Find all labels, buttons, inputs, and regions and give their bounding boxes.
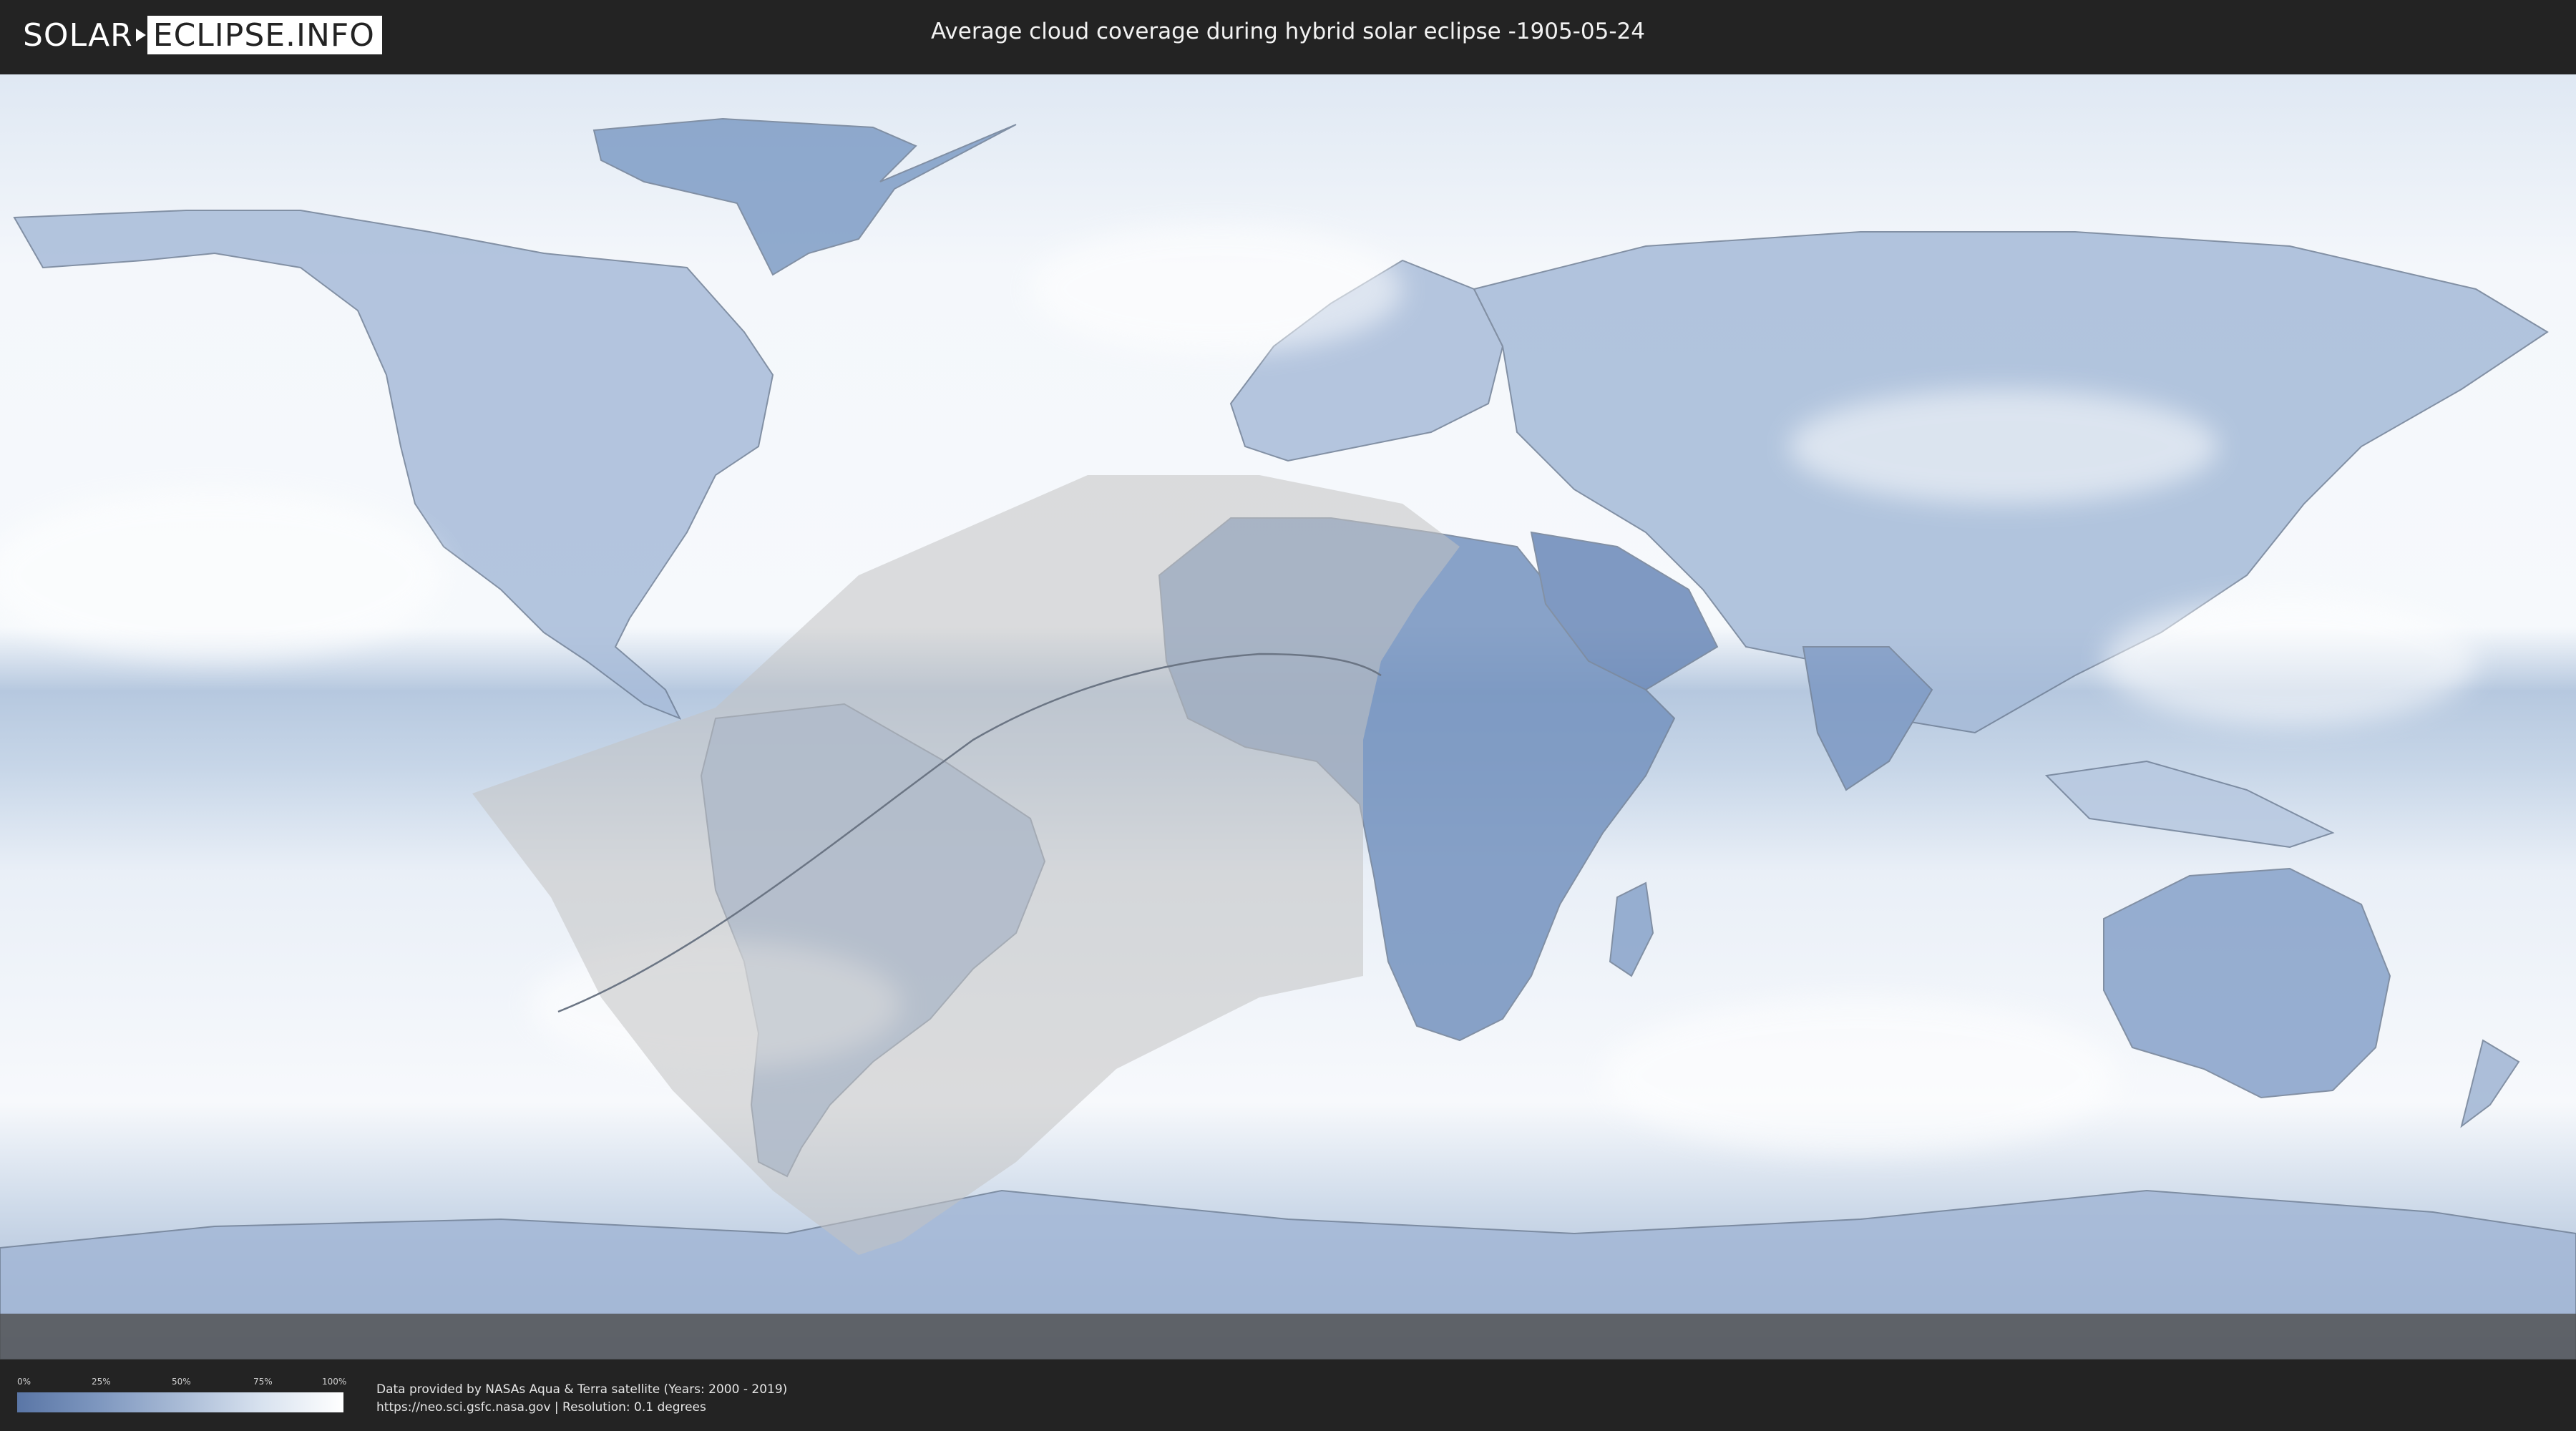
footer-bar: 0% 25% 50% 75% 100% Data provided by NAS… [0, 1359, 2576, 1431]
header-bar: SOLAR ECLIPSE.INFO Average cloud coverag… [0, 0, 2576, 72]
legend-ticks: 0% 25% 50% 75% 100% [17, 1377, 347, 1390]
map-svg [0, 74, 2576, 1359]
legend-gradient-bar [17, 1392, 343, 1412]
map-bottom-edge [0, 1314, 2576, 1359]
credit-line-url[interactable]: https://neo.sci.gsfc.nasa.gov | Resoluti… [376, 1399, 787, 1417]
cloud-coverage-legend: 0% 25% 50% 75% 100% [17, 1377, 347, 1412]
legend-tick-25: 25% [92, 1377, 111, 1387]
legend-tick-0: 0% [17, 1377, 31, 1387]
credit-line-source: Data provided by NASAs Aqua & Terra sate… [376, 1382, 788, 1397]
cloud-coverage-map[interactable] [0, 74, 2576, 1359]
data-credits: Data provided by NASAs Aqua & Terra sate… [376, 1381, 787, 1417]
page-title: Average cloud coverage during hybrid sol… [931, 19, 1645, 44]
legend-tick-100: 100% [322, 1377, 347, 1387]
legend-tick-50: 50% [172, 1377, 191, 1387]
legend-tick-75: 75% [253, 1377, 273, 1387]
